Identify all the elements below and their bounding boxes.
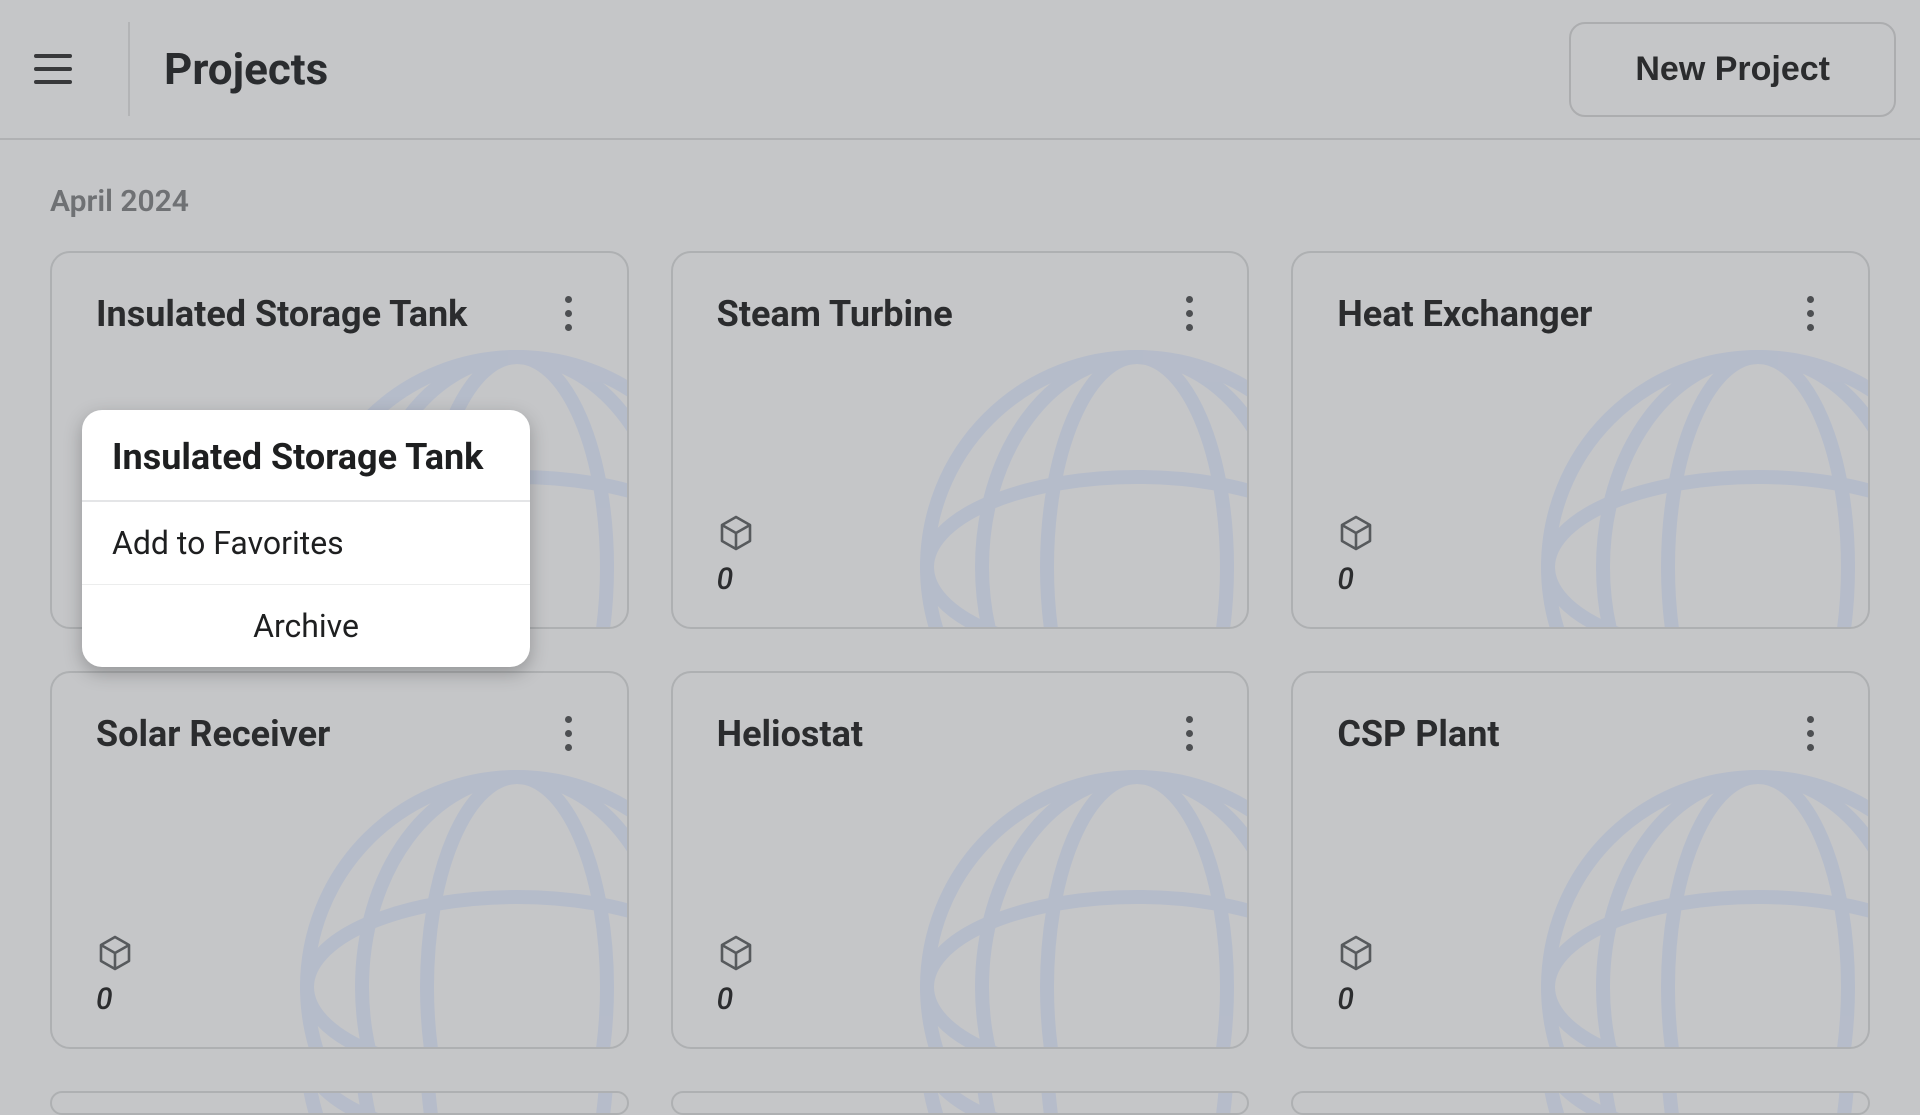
cube-icon (717, 934, 1204, 972)
context-menu-title: Insulated Storage Tank (82, 410, 530, 500)
project-card-title: Insulated Storage Tank (96, 293, 467, 335)
header-divider (128, 22, 130, 116)
project-card-peek (671, 1091, 1250, 1115)
project-item-count: 0 (96, 982, 583, 1017)
project-item-count: 0 (1337, 562, 1824, 597)
hamburger-menu-icon[interactable] (34, 44, 84, 94)
project-card-title: Steam Turbine (717, 293, 953, 335)
card-context-menu: Insulated Storage Tank Add to Favorites … (82, 410, 530, 667)
project-card[interactable]: Heliostat 0 (671, 671, 1250, 1049)
project-card-title: Heat Exchanger (1337, 293, 1592, 335)
project-card[interactable]: Solar Receiver 0 (50, 671, 629, 1049)
page-title: Projects (164, 43, 328, 95)
project-card-peek (50, 1091, 629, 1115)
kebab-menu-icon[interactable] (555, 713, 583, 753)
context-menu-item-archive[interactable]: Archive (82, 584, 530, 667)
card-background-globe-icon (907, 1091, 1249, 1115)
card-background-globe-icon (287, 1091, 629, 1115)
project-card-title: Heliostat (717, 713, 863, 755)
kebab-menu-icon[interactable] (1796, 713, 1824, 753)
card-background-globe-icon (1528, 1091, 1870, 1115)
app-header: Projects New Project (0, 0, 1920, 140)
project-card[interactable]: Heat Exchanger 0 (1291, 251, 1870, 629)
kebab-menu-icon[interactable] (555, 293, 583, 333)
cube-icon (1337, 514, 1824, 552)
project-card[interactable]: CSP Plant 0 (1291, 671, 1870, 1049)
kebab-menu-icon[interactable] (1796, 293, 1824, 333)
project-card-peek (1291, 1091, 1870, 1115)
context-menu-item-add-to-favorites[interactable]: Add to Favorites (82, 502, 530, 584)
cube-icon (717, 514, 1204, 552)
project-item-count: 0 (717, 982, 1204, 1017)
project-card-title: Solar Receiver (96, 713, 330, 755)
project-item-count: 0 (1337, 982, 1824, 1017)
kebab-menu-icon[interactable] (1175, 713, 1203, 753)
new-project-button[interactable]: New Project (1569, 22, 1896, 117)
section-date-label: April 2024 (50, 184, 1870, 219)
projects-grid: Insulated Storage Tank 0 Steam Turbine 0… (50, 251, 1870, 1115)
project-card[interactable]: Steam Turbine 0 (671, 251, 1250, 629)
kebab-menu-icon[interactable] (1175, 293, 1203, 333)
project-card-title: CSP Plant (1337, 713, 1499, 755)
cube-icon (1337, 934, 1824, 972)
cube-icon (96, 934, 583, 972)
project-item-count: 0 (717, 562, 1204, 597)
